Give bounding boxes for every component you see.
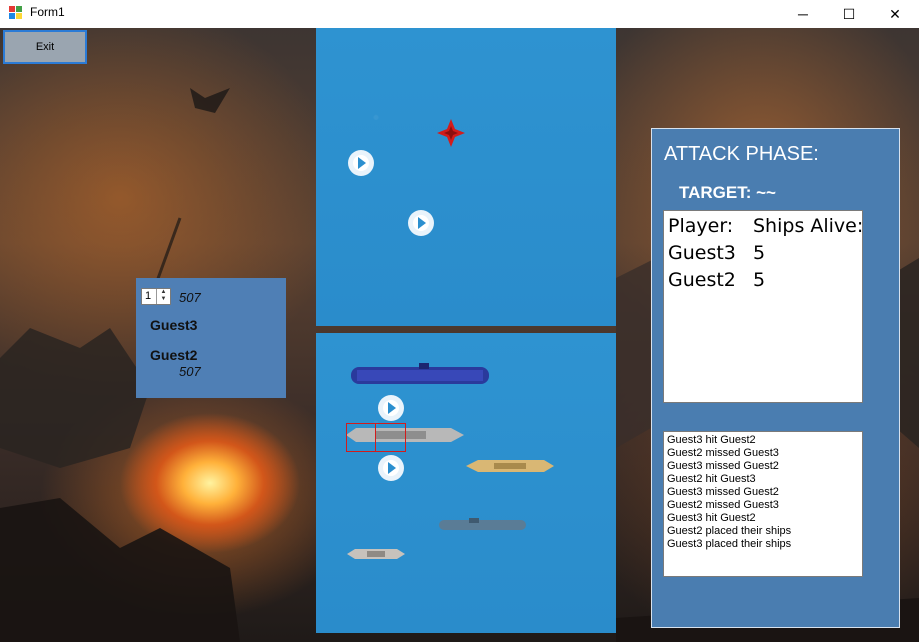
player-board[interactable]	[316, 333, 616, 633]
splash-miss-icon	[348, 150, 374, 176]
event-log[interactable]: Guest3 hit Guest2 Guest2 missed Guest3 G…	[663, 431, 863, 577]
player-label-2[interactable]: Guest2	[150, 347, 197, 363]
submarine-ship	[439, 518, 526, 530]
log-entry: Guest3 missed Guest2	[667, 486, 779, 498]
log-entry: Guest3 hit Guest2	[667, 434, 756, 446]
close-button[interactable]: ✕	[872, 0, 918, 28]
attack-panel: ATTACK PHASE: TARGET: ~~ Player: Ships A…	[651, 128, 900, 628]
ships-alive-table: Player: Ships Alive: Guest3 5 Guest2 5	[663, 210, 863, 403]
stats-row-ships: 5	[753, 242, 766, 264]
cruiser-ship	[466, 460, 554, 472]
phase-title: ATTACK PHASE:	[664, 143, 819, 165]
stats-row-player: Guest3	[668, 242, 736, 264]
title-bar: Form1 ─ ☐ ✕	[0, 0, 919, 28]
log-entry: Guest2 missed Guest3	[667, 447, 779, 459]
enemy-board[interactable]	[316, 28, 616, 326]
log-entry: Guest2 placed their ships	[667, 525, 792, 537]
stats-header-ships: Ships Alive:	[753, 215, 864, 237]
stats-row-ships: 5	[753, 269, 766, 291]
score-top: 507	[179, 290, 201, 305]
stats-header-player: Player:	[668, 215, 734, 237]
game-window: Exit 1 ▲ ▼ 507 Guest3 Guest2 507 ATTACK …	[0, 28, 919, 642]
players-panel: 1 ▲ ▼ 507 Guest3 Guest2 507	[136, 278, 286, 398]
damaged-cell-marker	[375, 423, 406, 452]
log-entry: Guest3 hit Guest2	[667, 512, 756, 524]
damaged-cell-marker	[346, 423, 376, 452]
log-entry: Guest3 placed their ships	[667, 538, 792, 550]
spinner-up-icon[interactable]: ▲	[157, 289, 170, 296]
log-entry: Guest3 missed Guest2	[667, 460, 779, 472]
minimize-button[interactable]: ─	[780, 0, 826, 28]
splash-miss-icon	[378, 455, 404, 481]
minimize-icon: ─	[798, 6, 808, 22]
player-count-spinner[interactable]: 1 ▲ ▼	[141, 288, 171, 305]
spinner-buttons: ▲ ▼	[156, 289, 170, 304]
stats-row-player: Guest2	[668, 269, 736, 291]
window-title: Form1	[30, 5, 65, 19]
splash-miss-icon	[408, 210, 434, 236]
spinner-value: 1	[145, 290, 152, 302]
spinner-down-icon[interactable]: ▼	[157, 296, 170, 303]
target-label: TARGET: ~~	[679, 183, 776, 202]
score-bottom: 507	[179, 364, 201, 379]
maximize-icon: ☐	[842, 5, 856, 22]
hit-x-icon	[437, 119, 465, 147]
exit-button[interactable]: Exit	[3, 30, 87, 64]
app-icon	[9, 6, 23, 20]
aircraft-carrier-ship	[351, 363, 489, 384]
log-entry: Guest2 missed Guest3	[667, 499, 779, 511]
close-icon: ✕	[889, 5, 901, 22]
maximize-button[interactable]: ☐	[826, 0, 872, 28]
destroyer-ship	[347, 549, 405, 559]
log-entry: Guest2 hit Guest3	[667, 473, 756, 485]
splash-miss-icon	[378, 395, 404, 421]
player-label-1[interactable]: Guest3	[150, 317, 197, 333]
